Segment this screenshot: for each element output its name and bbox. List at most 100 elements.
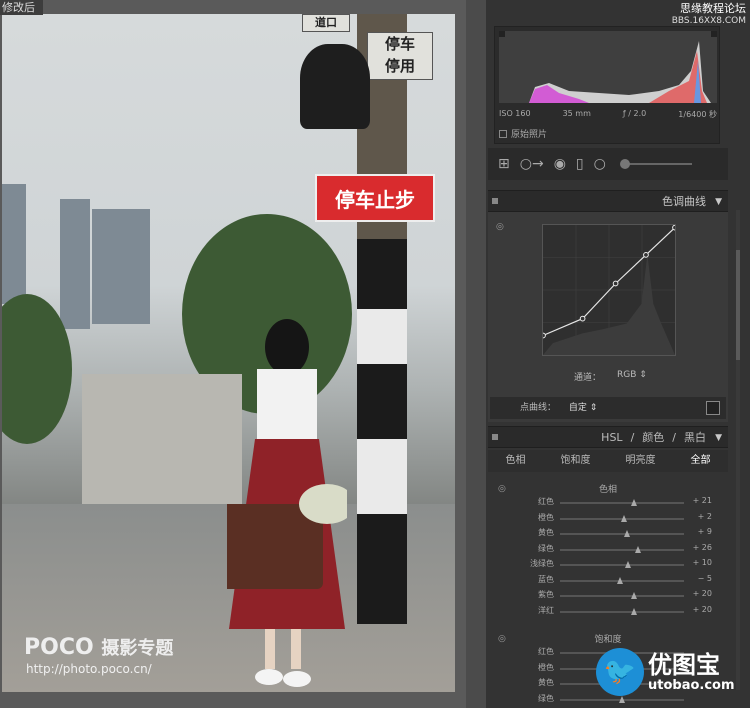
slider-label: 绿色 xyxy=(538,693,554,703)
house xyxy=(82,374,242,504)
photo-canvas-area: 停车 停用 道口 停车止步 POCO 摄影专题 http://photo.poc… xyxy=(0,0,466,708)
hsl-slider-row: 绿色 + 26 xyxy=(488,543,728,557)
tab-luminance[interactable]: 明亮度 xyxy=(626,450,656,472)
slider-knob[interactable] xyxy=(631,499,638,506)
slider-value[interactable]: + 26 xyxy=(682,543,712,552)
curve-control-point[interactable] xyxy=(643,252,649,258)
point-curve-dropdown[interactable]: 自定 ⇕ xyxy=(569,403,597,413)
slider-track[interactable] xyxy=(560,545,684,553)
slider-value[interactable]: + 10 xyxy=(682,558,712,567)
poco-watermark: POCO 摄影专题 xyxy=(24,635,174,660)
slider-label: 绿色 xyxy=(538,543,554,553)
slider-label: 蓝色 xyxy=(538,574,554,584)
collapse-triangle-icon[interactable]: ▼ xyxy=(715,191,722,213)
aperture-value: ƒ / 2.0 xyxy=(622,109,647,118)
slider-value[interactable]: + 9 xyxy=(682,527,712,536)
after-label: 修改后 xyxy=(0,0,43,15)
stop-sign: 停车止步 xyxy=(315,174,435,222)
radial-filter-icon[interactable]: ○ xyxy=(594,156,606,172)
histogram-panel: ISO 160 35 mm ƒ / 2.0 1/6400 秒 原始照片 xyxy=(494,26,720,144)
slider-knob[interactable] xyxy=(616,576,623,584)
hsl-slider-row: 洋红 + 20 xyxy=(488,605,728,619)
tone-curve-header[interactable]: 色调曲线 ▼ xyxy=(488,190,728,212)
slider-track[interactable] xyxy=(560,499,684,506)
slider-knob[interactable] xyxy=(635,545,642,553)
hsl-slider-row: 蓝色 − 5 xyxy=(488,574,728,588)
panel-divider[interactable] xyxy=(466,0,486,708)
hsl-header[interactable]: HSL / 颜色 / 黑白 ▼ xyxy=(488,426,728,448)
slider-knob[interactable] xyxy=(623,530,630,537)
slider-label: 红色 xyxy=(538,497,554,506)
tab-hue[interactable]: 色相 xyxy=(506,450,526,472)
target-adjust-icon[interactable]: ◎ xyxy=(496,222,504,232)
graduated-filter-icon[interactable]: ▯ xyxy=(576,156,584,172)
woman-figure xyxy=(227,319,347,687)
shadow-clip-icon xyxy=(499,31,505,37)
curve-control-point[interactable] xyxy=(612,280,619,287)
edit-point-curve-icon[interactable] xyxy=(706,401,720,415)
histogram-plot xyxy=(499,31,717,103)
building xyxy=(92,209,150,324)
photo-preview[interactable]: 停车 停用 道口 停车止步 POCO 摄影专题 http://photo.poc… xyxy=(2,14,455,692)
crop-tool-icon[interactable]: ⊞ xyxy=(498,156,510,172)
original-photo-toggle[interactable]: 原始照片 xyxy=(499,127,547,140)
building xyxy=(60,199,90,329)
focal-length: 35 mm xyxy=(562,109,591,118)
curve-control-point[interactable] xyxy=(542,332,546,339)
poco-watermark-url: http://photo.poco.cn/ xyxy=(26,662,152,676)
slider-value[interactable]: + 20 xyxy=(682,605,712,614)
color-link[interactable]: 颜色 xyxy=(642,427,664,449)
tone-curve-graph[interactable] xyxy=(542,224,676,356)
slider-track[interactable] xyxy=(560,695,684,703)
bw-link[interactable]: 黑白 xyxy=(684,427,706,449)
tab-saturation[interactable]: 饱和度 xyxy=(561,450,591,472)
hsl-slider-row: 紫色 + 20 xyxy=(488,589,728,603)
saturation-group-title: 饱和度 xyxy=(594,635,622,645)
slider-track[interactable] xyxy=(560,530,684,537)
red-eye-icon[interactable]: ◉ xyxy=(554,156,566,172)
original-photo-checkbox[interactable] xyxy=(499,129,507,138)
collapse-triangle-icon[interactable]: ▼ xyxy=(715,427,722,449)
develop-panel: 思缘教程论坛 BBS.16XX8.COM ISO 160 35 mm ƒ / 2… xyxy=(486,0,750,708)
panel-scrollbar-thumb[interactable] xyxy=(736,250,740,360)
channel-selector[interactable]: 通道： RGB ⇕ xyxy=(574,370,647,383)
slider-track[interactable] xyxy=(560,576,684,584)
slider-knob[interactable] xyxy=(631,592,638,599)
hsl-slider-row: 红色 + 21 xyxy=(488,496,728,510)
slider-value[interactable]: + 2 xyxy=(682,512,712,521)
highlight-clip-icon xyxy=(711,31,717,37)
slider-knob[interactable] xyxy=(631,607,638,615)
slider-label: 橙色 xyxy=(538,512,554,522)
slider-value[interactable]: + 20 xyxy=(682,589,712,598)
slider-knob[interactable] xyxy=(619,695,625,703)
tool-strip: ⊞ ○→ ◉ ▯ ○ xyxy=(488,148,728,180)
spot-removal-icon[interactable]: ○→ xyxy=(520,156,544,172)
tab-all[interactable]: 全部 xyxy=(691,450,711,472)
brush-slider[interactable] xyxy=(619,159,692,169)
forum-watermark: 思缘教程论坛 BBS.16XX8.COM xyxy=(672,2,746,28)
slider-track[interactable] xyxy=(560,514,684,522)
slider-label: 洋红 xyxy=(538,605,554,615)
shutter-speed: 1/6400 秒 xyxy=(678,110,717,119)
slider-track[interactable] xyxy=(560,607,684,615)
panel-switch-icon[interactable] xyxy=(492,198,498,204)
slider-label: 紫色 xyxy=(538,590,554,599)
hsl-link[interactable]: HSL xyxy=(601,427,622,449)
channel-dropdown[interactable]: RGB ⇕ xyxy=(617,370,647,383)
slider-track[interactable] xyxy=(560,592,684,599)
top-sign: 道口 xyxy=(302,14,350,32)
curve-control-point[interactable] xyxy=(672,225,676,231)
slider-knob[interactable] xyxy=(625,561,632,568)
slider-value[interactable]: + 21 xyxy=(682,496,712,505)
curve-control-point[interactable] xyxy=(579,315,586,322)
point-curve-selector[interactable]: 点曲线： 自定 ⇕ xyxy=(490,397,726,419)
slider-knob[interactable] xyxy=(621,514,628,522)
slider-track[interactable] xyxy=(560,561,684,568)
slider-value[interactable]: − 5 xyxy=(682,574,712,583)
panel-switch-icon[interactable] xyxy=(492,434,498,440)
hsl-slider-row: 黄色 + 9 xyxy=(488,527,728,541)
forum-title: 思缘教程论坛 xyxy=(680,2,746,15)
utobao-watermark: 🐦 优图宝 utobao.com xyxy=(596,648,735,696)
exif-info: ISO 160 35 mm ƒ / 2.0 1/6400 秒 xyxy=(499,109,717,120)
iso-value: ISO 160 xyxy=(499,109,531,118)
